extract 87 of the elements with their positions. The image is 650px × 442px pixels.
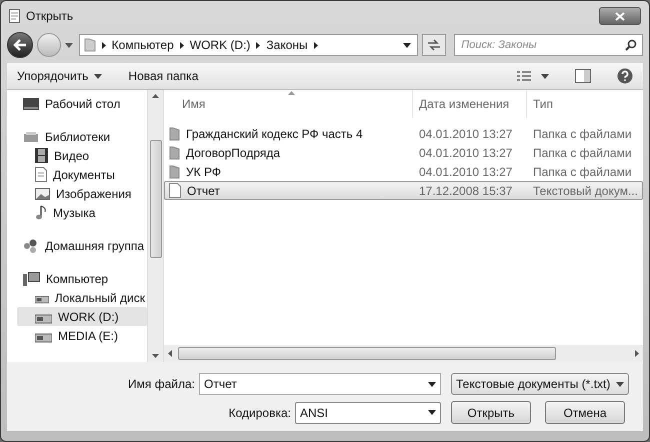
file-name: Отчет [187, 182, 220, 200]
encoding-dropdown[interactable]: ANSI [295, 402, 441, 424]
date-cell-text: 17.12.2008 15:37 [418, 182, 514, 200]
close-icon [615, 12, 625, 20]
filename-label: Имя файла: [127, 376, 196, 393]
people-icon [23, 238, 39, 252]
toolbar-button[interactable]: Новая папка [128, 67, 198, 85]
sidebar-item[interactable]: Изображения [17, 184, 147, 203]
sort-arrow-icon [288, 91, 295, 95]
sidebar-item[interactable]: MEDIA (E:) [17, 326, 147, 345]
refresh-arrows-icon [427, 39, 442, 51]
scroll-down-icon [152, 354, 159, 358]
scroll-right-icon [635, 350, 639, 357]
sidebar-item[interactable]: Видео [17, 146, 147, 165]
window-title: Открыть [26, 8, 74, 25]
text-file-icon [169, 183, 181, 198]
open-button[interactable]: Открыть [451, 401, 531, 424]
address-bar[interactable]: Компьютер WORK (D:) Законы [78, 34, 418, 56]
file-row[interactable]: ДоговорПодряда 04.01.2010 13:27 Папка с файлами [164, 143, 643, 162]
file-name: УК РФ [186, 164, 221, 180]
dropdown-caret-icon [428, 410, 436, 415]
type-cell-text: Папка с файлами [532, 126, 633, 142]
breadcrumb[interactable]: Компьютер [112, 36, 174, 54]
sidebar-item[interactable]: Документы [17, 165, 147, 184]
folder-icon [169, 126, 180, 140]
folder-icon [169, 146, 180, 160]
date-cell-text: 04.01.2010 13:27 [418, 126, 514, 142]
dropdown-caret-icon [616, 382, 624, 386]
list-view-icon [517, 70, 531, 82]
date-cell-text: 04.01.2010 13:27 [418, 144, 514, 162]
sidebar-item[interactable]: Компьютер [17, 269, 147, 288]
dropdown-caret-icon [428, 382, 436, 386]
column-header[interactable]: Имя [164, 90, 412, 118]
file-type-dropdown[interactable]: Текстовые документы (*.txt) [451, 373, 629, 395]
search-icon [625, 39, 638, 51]
notepad-icon [9, 9, 20, 23]
breadcrumb-arrow-icon [180, 42, 184, 48]
breadcrumb[interactable]: WORK (D:) [190, 36, 250, 54]
file-name: Гражданский кодекс РФ часть 4 [186, 126, 363, 142]
type-cell-text: Текстовый докум... [532, 182, 637, 200]
sidebar-item[interactable]: Рабочий стол [17, 94, 147, 113]
view-options-button[interactable] [517, 70, 549, 82]
computer-icon [23, 272, 40, 286]
search-field[interactable]: Поиск: Законы [454, 34, 644, 56]
monitor-icon [23, 98, 39, 110]
music-note-icon [35, 205, 47, 220]
document-icon [35, 167, 47, 182]
toolbar-button[interactable]: Упорядочить [17, 67, 102, 85]
breadcrumb[interactable]: Законы [266, 36, 308, 54]
library-icon [23, 130, 39, 142]
filename-field[interactable]: Отчет [199, 373, 441, 395]
sidebar-item[interactable]: Библиотеки [17, 127, 147, 146]
sidebar-item[interactable]: Локальный диск [17, 288, 147, 307]
dropdown-caret-icon [94, 74, 102, 78]
scrollbar[interactable] [147, 90, 163, 362]
scroll-left-icon [168, 350, 172, 357]
breadcrumb-arrow-icon [102, 42, 106, 48]
scroll-up-icon [152, 94, 159, 98]
dropdown-caret-icon[interactable] [403, 42, 412, 48]
sidebar-item[interactable]: Домашняя группа [17, 236, 147, 255]
help-icon[interactable] [617, 68, 633, 84]
dropdown-caret-icon [541, 74, 549, 78]
picture-icon [35, 188, 50, 200]
breadcrumb-arrow-icon [314, 42, 318, 48]
column-header[interactable]: Дата изменения [412, 90, 526, 118]
file-name: ДоговорПодряда [186, 144, 280, 162]
horizontal-scrollbar[interactable] [164, 345, 643, 362]
file-row[interactable]: Отчет 17.12.2008 15:37 Текстовый докум... [164, 181, 643, 200]
preview-pane-icon[interactable] [575, 69, 591, 83]
file-row[interactable]: УК РФ 04.01.2010 13:27 Папка с файлами [164, 162, 643, 181]
type-cell-text: Папка с файлами [532, 164, 633, 180]
folder-icon [169, 164, 180, 178]
film-icon [35, 148, 48, 163]
file-row[interactable]: Гражданский кодекс РФ часть 4 04.01.2010 13:27 Папка с файлами [164, 124, 643, 143]
folder-icon [84, 38, 96, 52]
back-button[interactable] [7, 32, 33, 58]
sidebar-item[interactable]: Музыка [17, 203, 147, 222]
column-header[interactable]: Тип [526, 90, 636, 118]
encoding-label: Кодировка: [228, 404, 292, 422]
type-cell-text: Папка с файлами [532, 144, 633, 162]
back-arrow-icon [12, 39, 27, 51]
sidebar-item[interactable]: WORK (D:) [17, 307, 147, 326]
refresh-button[interactable] [422, 34, 446, 56]
cancel-button[interactable]: Отмена [545, 401, 625, 424]
close-button[interactable] [599, 7, 641, 25]
breadcrumb-arrow-icon [256, 42, 260, 48]
date-cell-text: 04.01.2010 13:27 [418, 164, 514, 180]
